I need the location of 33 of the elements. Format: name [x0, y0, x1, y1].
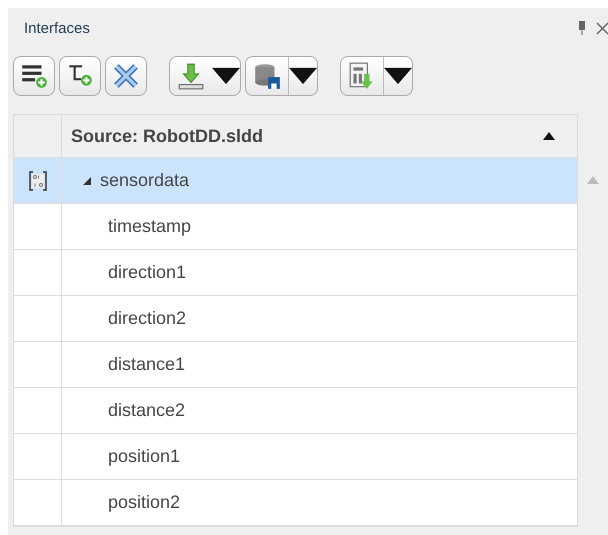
tree-item-label: position1: [107, 446, 180, 467]
database-save-icon: [255, 64, 280, 89]
tree-row[interactable]: position2: [14, 480, 578, 526]
split-button[interactable]: [245, 56, 318, 96]
tree-item-label: timestamp: [107, 216, 192, 237]
tree-row[interactable]: timestamp: [14, 204, 578, 250]
tree-item-label: position2: [107, 492, 180, 513]
tree-row[interactable]: distance2: [14, 388, 578, 434]
import-icon: [178, 64, 204, 90]
expand-triangle-icon[interactable]: [82, 176, 92, 186]
tree-item-label: direction1: [107, 262, 186, 283]
panel-title: Interfaces: [24, 20, 91, 36]
pin-icon[interactable]: [578, 21, 586, 35]
sort-ascending-icon[interactable]: [543, 132, 556, 140]
tree-row[interactable]: distance1: [14, 342, 578, 388]
toolbar-button[interactable]: [13, 56, 55, 96]
tree-row[interactable]: sensordata: [14, 158, 578, 204]
tree-item-label: distance2: [107, 400, 186, 421]
split-button[interactable]: [340, 56, 413, 96]
tree-item-label: distance1: [107, 354, 186, 375]
tree-item-label: sensordata: [100, 170, 190, 191]
delete-icon: [113, 63, 139, 89]
tree-row[interactable]: direction1: [14, 250, 578, 296]
tree-row[interactable]: position1: [14, 434, 578, 480]
add-line-icon: [22, 65, 47, 88]
close-icon[interactable]: [596, 21, 608, 35]
document-export-icon: [350, 62, 373, 89]
toolbar-button[interactable]: [59, 56, 101, 96]
tree-item-label: direction2: [107, 308, 186, 329]
split-button[interactable]: [169, 56, 241, 96]
tree-row[interactable]: direction2: [14, 296, 578, 342]
add-branch-icon: [68, 65, 92, 86]
bus-object-icon: [28, 170, 46, 190]
